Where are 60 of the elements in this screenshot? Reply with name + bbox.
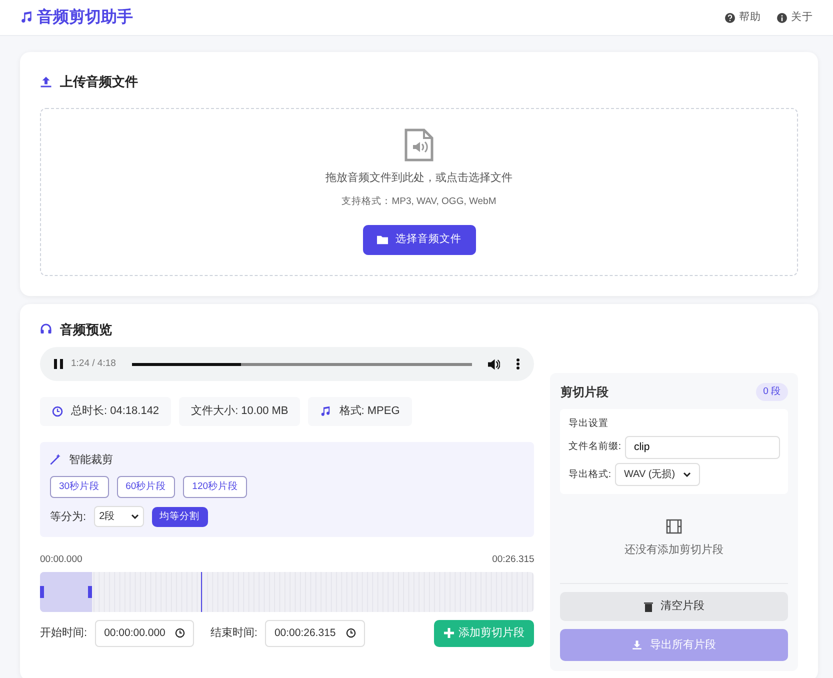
selection-region[interactable]: [40, 572, 92, 612]
timeline-end: 00:26.315: [492, 553, 534, 568]
headphones-icon: [40, 323, 52, 336]
format-label: 导出格式:: [568, 468, 611, 482]
question-icon: [725, 12, 735, 22]
nav-link[interactable]: 帮助: [739, 10, 761, 26]
info-text: 格式: MPEG: [339, 404, 400, 419]
split-button[interactable]: 均等分割: [152, 506, 208, 527]
panel-title: 剪切片段: [560, 384, 608, 402]
preset-button[interactable]: 60秒片段: [116, 476, 176, 498]
split-label: 等分为:: [50, 510, 86, 524]
caret-icon: [130, 514, 139, 520]
trash-icon: [644, 602, 653, 612]
waveform-track[interactable]: [40, 572, 534, 612]
clear-clips-button[interactable]: 清空片段: [560, 592, 788, 621]
timeline-start: 00:00.000: [40, 553, 82, 568]
upload-icon: [40, 76, 52, 88]
music-note-icon: [320, 406, 332, 417]
audio-file-icon: [404, 128, 434, 162]
drop-hint: 拖放音频文件到此处，或点击选择文件: [326, 170, 512, 186]
end-handle[interactable]: [88, 586, 92, 598]
magic-wand-icon: [50, 454, 61, 466]
format-select[interactable]: WAV (无损): [614, 463, 700, 486]
settings-title: 导出设置: [568, 417, 610, 432]
format-note: 支持格式：MP3, WAV, OGG, WebM: [342, 194, 496, 209]
app-title: 音频剪切助手: [37, 7, 133, 28]
end-label: 结束时间:: [210, 626, 258, 642]
pause-icon[interactable]: [54, 359, 63, 369]
clock-icon: [346, 628, 356, 638]
panel-title: 智能裁剪: [69, 452, 113, 468]
start-handle[interactable]: [40, 586, 44, 598]
prefix-label: 文件名前缀:: [568, 440, 621, 454]
playback-time: 1:24 / 4:18: [71, 356, 116, 371]
choose-file-button[interactable]: 选择音频文件: [362, 225, 476, 255]
split-select[interactable]: 2段: [94, 506, 144, 528]
info-icon: [777, 12, 787, 22]
clip-count: 0 段: [756, 383, 788, 402]
time-field[interactable]: 00:00:00.000: [95, 620, 194, 648]
section-title: 上传音频文件: [60, 73, 138, 91]
plus-icon: [444, 628, 454, 638]
film-icon: [666, 519, 682, 534]
start-label: 开始时间:: [40, 626, 88, 642]
nav-link[interactable]: 关于: [791, 10, 813, 26]
info-text: 文件大小: 10.00 MB: [191, 404, 288, 419]
time-field[interactable]: 00:00:26.315: [265, 620, 365, 648]
caret-icon: [683, 472, 692, 478]
folder-icon: [376, 234, 388, 245]
preset-button[interactable]: 30秒片段: [50, 476, 109, 498]
progress-bar[interactable]: [132, 362, 472, 366]
more-icon[interactable]: [516, 358, 520, 370]
volume-icon[interactable]: [488, 358, 500, 370]
info-text: 总时长: 04:18.142: [71, 404, 160, 419]
section-title: 音频预览: [60, 320, 112, 338]
clock-icon: [175, 628, 186, 638]
download-icon: [632, 640, 642, 650]
clock-icon: [52, 406, 63, 417]
empty-message: 还没有添加剪切片段: [624, 542, 724, 558]
music-note-icon: [20, 11, 33, 24]
preset-button[interactable]: 120秒片段: [183, 476, 248, 498]
prefix-field[interactable]: clip: [624, 436, 780, 460]
